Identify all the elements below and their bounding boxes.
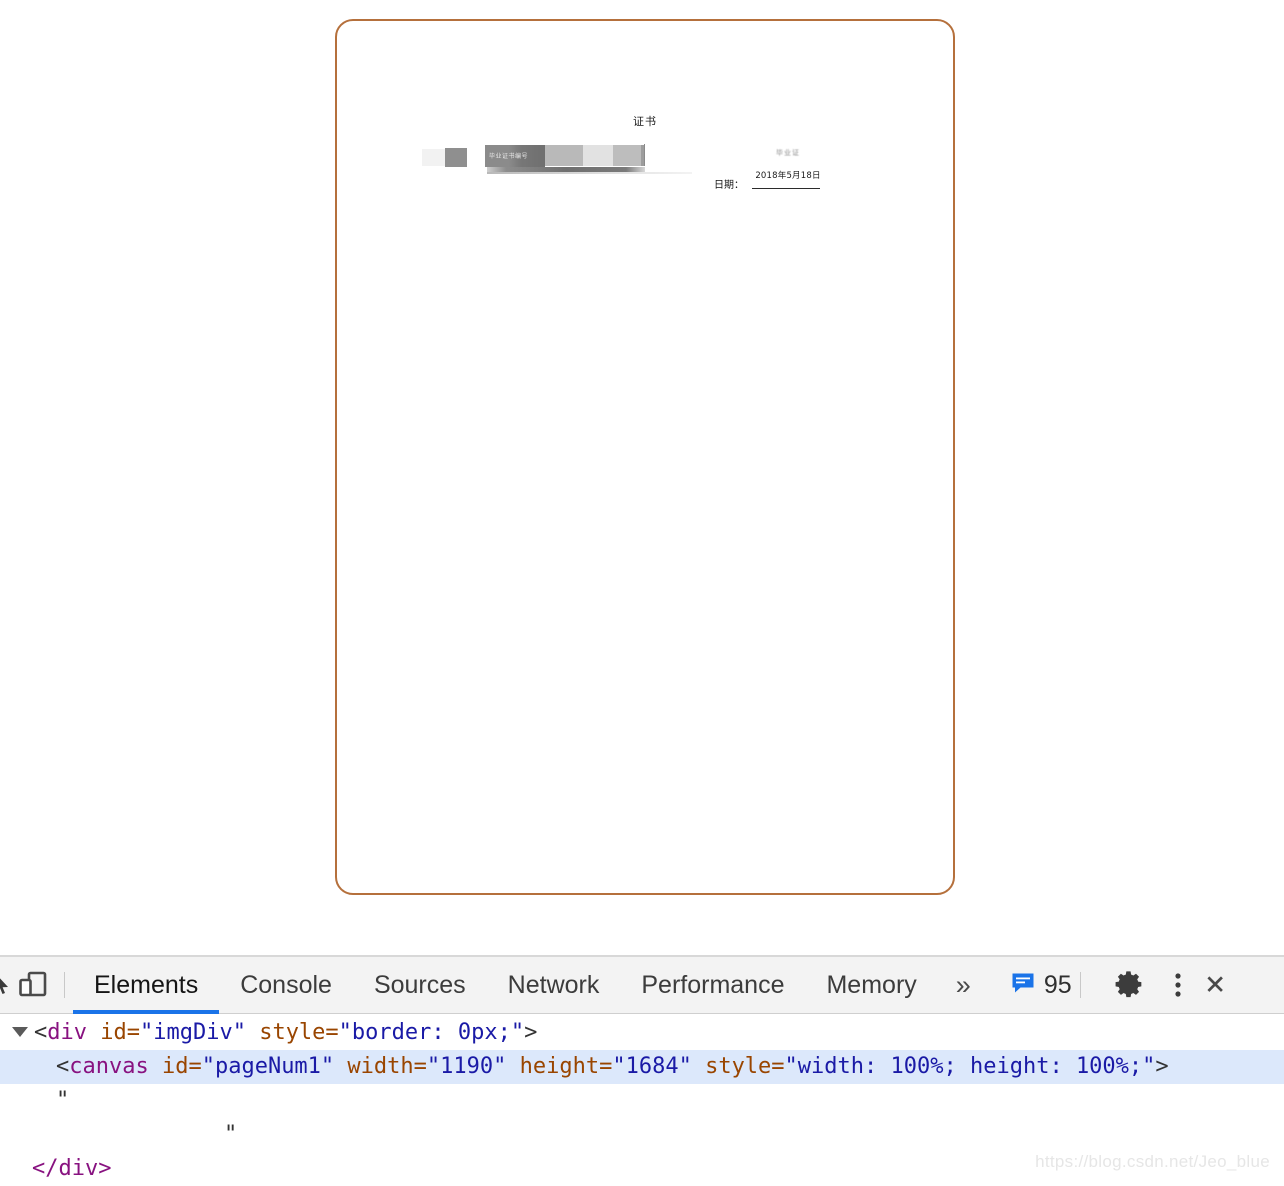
toolbar-divider-right bbox=[1079, 972, 1081, 998]
attr-value: "border: 0px;" bbox=[338, 1020, 525, 1045]
certificate-document-card[interactable]: 证书 毕业证书编号 毕业证 日期： 2018年5月18日 bbox=[335, 19, 955, 895]
expand-caret-icon[interactable] bbox=[12, 1026, 28, 1037]
punct: < bbox=[56, 1054, 70, 1079]
redaction-block bbox=[644, 144, 645, 166]
date-value: 2018年5月18日 bbox=[755, 171, 821, 181]
tab-elements[interactable]: Elements bbox=[73, 957, 219, 1014]
attr-value: "pageNum1" bbox=[201, 1054, 335, 1079]
redaction-block bbox=[545, 145, 583, 166]
dom-node-div[interactable]: <div id="imgDiv" style="border: 0px;"> bbox=[0, 1016, 1284, 1050]
attr-value: "1190" bbox=[426, 1054, 507, 1079]
attr-name: id= bbox=[87, 1020, 140, 1045]
attr-name: id= bbox=[148, 1054, 202, 1079]
redacted-underline-secondary bbox=[487, 172, 692, 174]
date-underline bbox=[752, 188, 820, 189]
kebab-menu-icon[interactable] bbox=[1165, 970, 1191, 1000]
issues-badge[interactable]: 95 bbox=[1011, 971, 1072, 1000]
dom-text-node[interactable]: " bbox=[0, 1118, 1284, 1152]
punct: < bbox=[34, 1020, 48, 1045]
date-label: 日期： bbox=[714, 180, 744, 191]
device-toolbar-icon[interactable] bbox=[10, 971, 56, 999]
close-icon[interactable] bbox=[1205, 972, 1227, 998]
text-node-value: " bbox=[224, 1122, 238, 1147]
inspect-element-icon[interactable] bbox=[0, 972, 10, 998]
toolbar-divider bbox=[64, 972, 65, 998]
punct: > bbox=[524, 1020, 538, 1045]
faint-note-text: 毕业证 bbox=[776, 149, 800, 157]
more-tabs-chevron-icon[interactable]: » bbox=[938, 957, 989, 1013]
tag-name: div bbox=[47, 1020, 87, 1045]
attr-value: "imgDiv" bbox=[139, 1020, 246, 1045]
pdf-canvas[interactable]: 证书 毕业证书编号 毕业证 日期： 2018年5月18日 bbox=[337, 21, 953, 893]
devtools-panel: Elements Console Sources Network Perform… bbox=[0, 955, 1284, 1184]
attr-name: height= bbox=[506, 1054, 613, 1079]
dom-text-node[interactable]: " bbox=[0, 1084, 1284, 1118]
issues-count: 95 bbox=[1043, 970, 1072, 999]
page-preview-area: 证书 毕业证书编号 毕业证 日期： 2018年5月18日 bbox=[0, 0, 1284, 955]
dom-node-canvas[interactable]: <canvas id="pageNum1" width="1190" heigh… bbox=[0, 1050, 1284, 1084]
tab-performance[interactable]: Performance bbox=[620, 957, 805, 1014]
attr-name: style= bbox=[245, 1020, 339, 1045]
closing-tag: </div> bbox=[32, 1156, 112, 1181]
tab-network[interactable]: Network bbox=[487, 957, 621, 1014]
attr-value: "width: 100%; height: 100%;" bbox=[784, 1054, 1156, 1079]
text-node-value: " bbox=[56, 1088, 70, 1113]
redaction-block bbox=[445, 148, 467, 167]
redaction-block bbox=[583, 145, 613, 166]
tab-memory[interactable]: Memory bbox=[805, 957, 937, 1014]
tab-sources[interactable]: Sources bbox=[353, 957, 487, 1014]
tab-console[interactable]: Console bbox=[219, 957, 353, 1014]
attr-name: style= bbox=[691, 1054, 785, 1079]
tag-name: canvas bbox=[69, 1054, 149, 1079]
devtools-toolbar: Elements Console Sources Network Perform… bbox=[0, 957, 1284, 1014]
attr-value: "1684" bbox=[612, 1054, 692, 1079]
watermark: https://blog.csdn.net/Jeo_blue bbox=[1035, 1152, 1270, 1171]
gear-icon[interactable] bbox=[1113, 970, 1147, 1000]
attr-name: width= bbox=[334, 1054, 427, 1079]
punct: > bbox=[1155, 1054, 1169, 1079]
redacted-label-text: 毕业证书编号 bbox=[489, 153, 529, 160]
issues-message-icon bbox=[1011, 972, 1035, 999]
document-title: 证书 bbox=[633, 115, 657, 128]
redaction-block bbox=[613, 145, 641, 166]
